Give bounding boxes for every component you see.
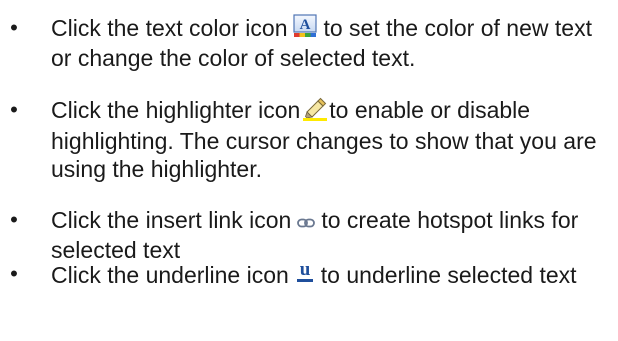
list-item: • Click the underline icon u to underlin… — [0, 259, 618, 290]
list-item: • Click the highlighter icon to enable o… — [0, 96, 618, 183]
bullet: • — [10, 15, 18, 40]
list-item-text: Click the text color icon A to set the c… — [51, 14, 606, 72]
list-item-text: Click the highlighter icon to enable or … — [51, 96, 606, 183]
highlighter-icon — [302, 97, 328, 127]
underline-letter: u — [300, 260, 311, 280]
text-color-letter: A — [300, 17, 311, 33]
underline-icon: u — [295, 259, 315, 290]
list-item-text-before: Click the underline icon — [51, 262, 289, 288]
insert-link-icon — [297, 208, 316, 236]
list-item-text-after: to underline selected text — [320, 262, 577, 288]
bullet: • — [10, 97, 18, 122]
bullet: • — [10, 207, 18, 232]
list-item-text: Click the insert link icon to create hot… — [51, 206, 606, 264]
list-item: • Click the insert link icon to create h… — [0, 206, 618, 264]
list-item-text: Click the underline icon u to underline … — [51, 259, 606, 290]
bullet: • — [10, 261, 18, 286]
list-item-text-before: Click the insert link icon — [51, 207, 292, 233]
list-item-text-before: Click the text color icon — [51, 15, 288, 41]
list-item: • Click the text color icon A to set the… — [0, 14, 618, 72]
text-color-icon: A — [293, 14, 318, 44]
list-item-text-before: Click the highlighter icon — [51, 97, 301, 123]
